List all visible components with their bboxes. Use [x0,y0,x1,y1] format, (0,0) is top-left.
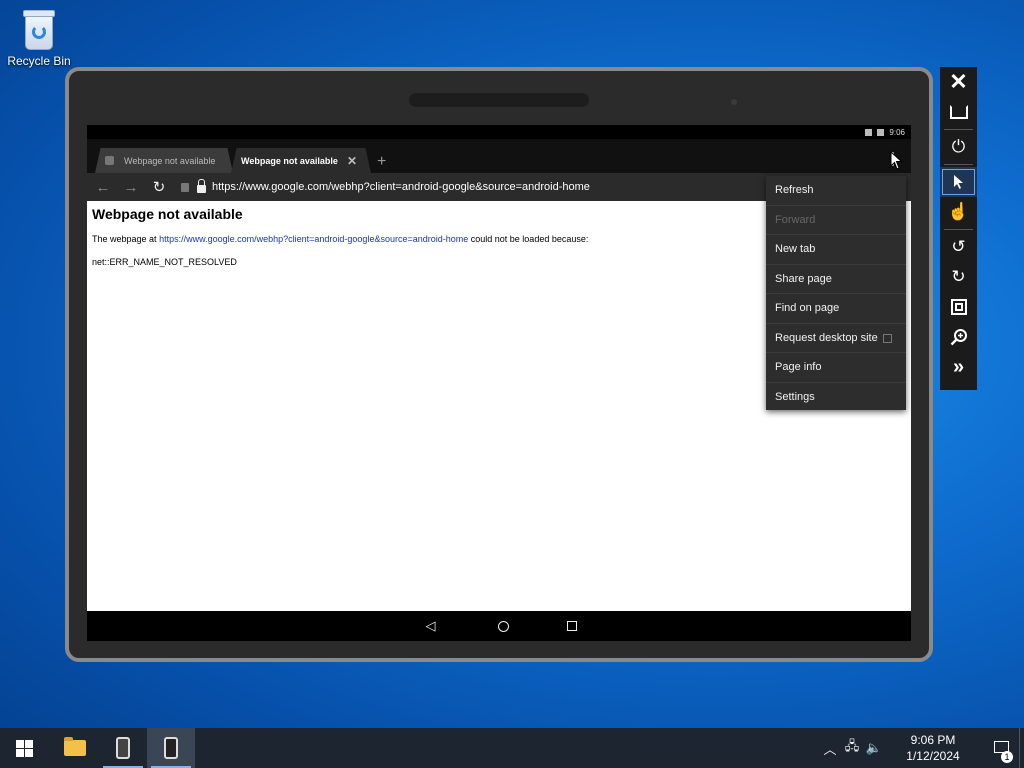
phone-icon [116,737,130,759]
menu-item-page-info[interactable]: Page info [766,353,906,383]
power-icon[interactable]: ⏻ [940,132,977,162]
home-nav-icon[interactable] [497,620,509,632]
folder-icon [64,737,86,756]
zoom-icon[interactable] [940,322,977,352]
address-bar[interactable]: https://www.google.com/webhp?client=andr… [212,181,590,193]
site-info-icon[interactable] [181,182,189,192]
volume-muted-icon[interactable]: 🔈 [863,740,885,756]
emulator-phone-icon [164,737,178,759]
new-tab-plus-icon[interactable]: + [377,153,386,171]
recents-nav-icon[interactable] [566,621,577,631]
pointer-mode-icon[interactable] [940,167,977,197]
system-tray: ︿ 🖧 🔈 9:06 PM 1/12/2024 1 [819,728,1024,768]
chevron-up-icon[interactable]: ︿ [819,739,841,758]
tab-title: Webpage not available [124,155,216,166]
touch-mode-icon[interactable]: ☝ [940,197,977,227]
browser-tab-2[interactable]: Webpage not available ✕ [231,148,371,173]
menu-item-label: Request desktop site [775,331,878,344]
file-explorer-button[interactable] [51,728,99,768]
menu-item-find-on-page[interactable]: Find on page [766,294,906,324]
signal-icon [865,129,873,136]
windows-taskbar: ︿ 🖧 🔈 9:06 PM 1/12/2024 1 [0,728,1024,768]
tab-title: Webpage not available [241,155,338,166]
failed-url-link[interactable]: https://www.google.com/webhp?client=andr… [159,234,468,244]
device-manager-taskbar-button[interactable] [99,728,147,768]
forward-arrow-icon[interactable]: → [117,179,145,196]
battery-icon [877,129,885,136]
menu-item-refresh[interactable]: Refresh [766,176,906,206]
browser-tab-1[interactable]: Webpage not available [95,148,233,173]
browser-overflow-menu: Refresh Forward New tab Share page Find … [766,176,906,410]
device-speaker [409,93,589,107]
emulator-device-frame: 9:06 Webpage not available Webpage not a… [65,67,933,662]
device-screen[interactable]: 9:06 Webpage not available Webpage not a… [87,125,911,641]
emulator-toolbar: ✕ ⏻ ☝ ↺ ↻ » [940,67,977,390]
close-tab-icon[interactable]: ✕ [347,154,357,168]
more-tools-icon[interactable]: » [940,352,977,382]
device-camera [731,99,737,105]
recycle-bin-icon [19,8,59,52]
action-center-button[interactable]: 1 [983,740,1019,763]
recycle-bin-shortcut[interactable]: Recycle Bin [6,8,72,68]
menu-item-request-desktop-site[interactable]: Request desktop site [766,324,906,353]
back-arrow-icon[interactable]: ← [89,179,117,196]
fit-to-screen-icon[interactable] [940,292,977,322]
lock-icon [197,179,206,193]
show-desktop-button[interactable] [1019,728,1024,768]
clock[interactable]: 9:06 PM 1/12/2024 [893,732,973,764]
menu-item-forward: Forward [766,206,906,235]
status-time: 9:06 [889,128,905,137]
menu-item-settings[interactable]: Settings [766,383,906,413]
menu-item-new-tab[interactable]: New tab [766,235,906,265]
rotate-right-icon[interactable]: ↻ [940,262,977,292]
clock-date: 1/12/2024 [906,749,960,763]
reload-icon[interactable]: ↻ [145,178,173,196]
start-button[interactable] [0,728,48,768]
android-nav-bar: ◁ [87,611,911,641]
close-emulator-icon[interactable]: ✕ [940,67,977,97]
back-nav-icon[interactable]: ◁ [422,618,440,634]
clock-time: 9:06 PM [910,733,956,747]
desktop-site-checkbox[interactable] [883,333,892,343]
android-status-bar: 9:06 [87,125,911,139]
network-icon[interactable]: 🖧 [841,737,863,759]
windows-logo-icon [15,739,33,757]
rotate-left-icon[interactable]: ↺ [940,232,977,262]
minimize-emulator-icon[interactable] [940,97,977,127]
recycle-bin-label: Recycle Bin [7,54,71,68]
emulator-taskbar-button[interactable] [147,728,195,768]
browser-tab-strip: Webpage not available Webpage not availa… [87,139,911,173]
menu-item-share-page[interactable]: Share page [766,265,906,294]
favicon-icon [105,156,114,165]
notification-count-badge: 1 [1001,750,1013,763]
